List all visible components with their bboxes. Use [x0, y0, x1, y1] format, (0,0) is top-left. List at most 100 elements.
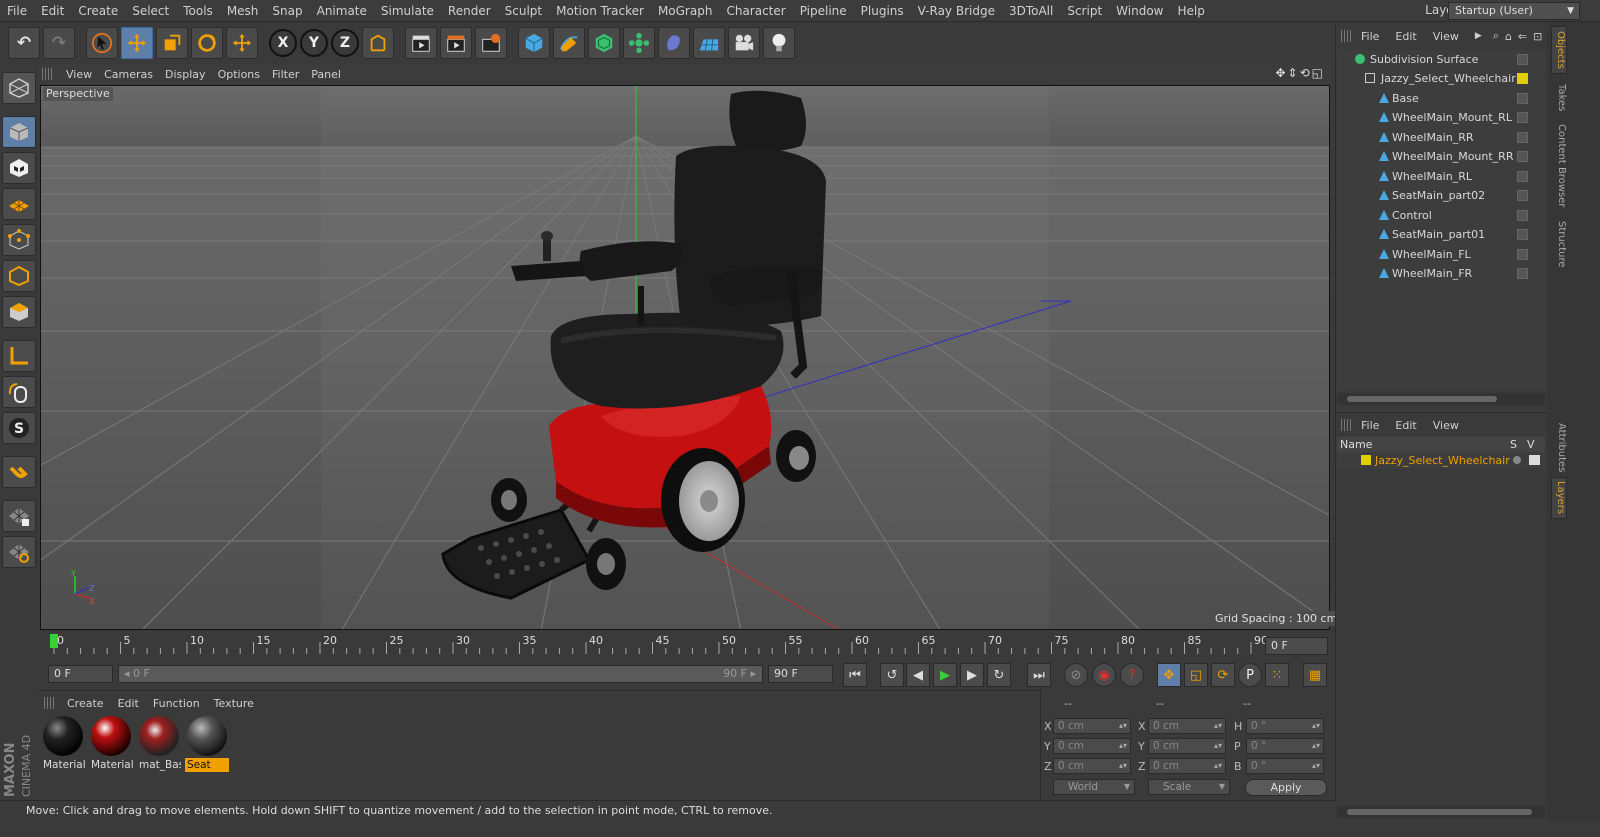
vp-menu-cameras[interactable]: Cameras [98, 68, 159, 81]
go-to-end-button[interactable]: ⏭ [1027, 663, 1051, 687]
tweak-mode-button[interactable] [2, 376, 36, 408]
menu-vray-bridge[interactable]: V-Ray Bridge [911, 0, 1002, 22]
back-icon[interactable]: ⇐ [1515, 30, 1530, 43]
model-mode-button[interactable] [2, 116, 36, 148]
menu-create[interactable]: Create [71, 0, 125, 22]
material-swatch[interactable]: Material [89, 714, 133, 772]
menu-mograph[interactable]: MoGraph [651, 0, 720, 22]
size-x-field[interactable]: 0 cm ▴▾ [1148, 718, 1226, 734]
eye-icon[interactable] [1529, 455, 1540, 465]
floor-button[interactable] [693, 27, 725, 59]
home-icon[interactable]: ⌂ [1502, 30, 1515, 43]
light-button[interactable] [763, 27, 795, 59]
object-row[interactable]: Jazzy_Select_Wheelchair [1337, 69, 1545, 88]
next-key-button[interactable]: ↻ [987, 663, 1011, 687]
tab-takes[interactable]: Takes [1551, 78, 1567, 118]
visibility-toggle[interactable] [1517, 54, 1528, 65]
layout-dropdown[interactable]: Startup (User) ▼ [1448, 2, 1580, 20]
solo-toggle[interactable] [1513, 456, 1521, 464]
position-y-field[interactable]: 0 cm ▴▾ [1053, 738, 1131, 754]
object-row[interactable]: WheelMain_FL [1337, 245, 1545, 264]
frame-range-slider[interactable]: ◂ 0 F 90 F ▸ [118, 665, 763, 683]
new-window-icon[interactable]: ⊡ [1530, 30, 1545, 43]
camera-button[interactable] [728, 27, 760, 59]
tab-objects[interactable]: Objects [1551, 26, 1567, 74]
render-picture-viewer-button[interactable] [440, 27, 472, 59]
menu-file[interactable]: File [0, 0, 34, 22]
spinner-icon[interactable]: ▴▾ [1312, 719, 1320, 733]
edges-mode-button[interactable] [2, 260, 36, 292]
end-frame-field[interactable]: 90 F [768, 665, 833, 683]
obj-menu-view[interactable]: View [1425, 30, 1467, 43]
rotation-h-field[interactable]: 0 ° ▴▾ [1246, 718, 1324, 734]
menu-pipeline[interactable]: Pipeline [793, 0, 854, 22]
mat-menu-function[interactable]: Function [146, 697, 207, 710]
spinner-icon[interactable]: ▴▾ [1214, 739, 1222, 753]
menu-tools[interactable]: Tools [176, 0, 220, 22]
menu-animate[interactable]: Animate [310, 0, 374, 22]
visibility-toggle[interactable] [1517, 229, 1528, 240]
spinner-icon[interactable]: ▴▾ [1119, 759, 1127, 773]
mat-menu-texture[interactable]: Texture [207, 697, 261, 710]
cloner-button[interactable] [623, 27, 655, 59]
menu-sculpt[interactable]: Sculpt [498, 0, 549, 22]
menu-motion-tracker[interactable]: Motion Tracker [549, 0, 651, 22]
menu-select[interactable]: Select [125, 0, 176, 22]
live-selection-button[interactable] [86, 27, 118, 59]
object-row[interactable]: WheelMain_Mount_RL [1337, 108, 1545, 127]
y-axis-lock-button[interactable]: Y [300, 29, 328, 57]
visibility-toggle[interactable] [1517, 210, 1528, 221]
chevron-right-icon[interactable]: ▶ [1467, 31, 1490, 41]
size-mode-dropdown[interactable]: Scale ▼ [1148, 779, 1230, 795]
vp-menu-options[interactable]: Options [212, 68, 266, 81]
autokey-button[interactable]: ◉ [1092, 663, 1116, 687]
go-to-start-button[interactable]: ⏮ [843, 663, 867, 687]
menu-character[interactable]: Character [719, 0, 792, 22]
key-scale-button[interactable]: ◱ [1184, 663, 1208, 687]
play-button[interactable]: ▶ [933, 663, 957, 687]
scrollbar-thumb[interactable] [1347, 809, 1532, 815]
menu-edit[interactable]: Edit [34, 0, 71, 22]
spinner-icon[interactable]: ▴▾ [1312, 759, 1320, 773]
layer-row[interactable]: Jazzy_Select_Wheelchair [1337, 452, 1545, 469]
size-y-field[interactable]: 0 cm ▴▾ [1148, 738, 1226, 754]
tab-structure[interactable]: Structure [1551, 214, 1567, 274]
render-settings-button[interactable] [475, 27, 507, 59]
spinner-icon[interactable]: ▴▾ [1119, 739, 1127, 753]
visibility-toggle[interactable] [1517, 190, 1528, 201]
snap-button[interactable]: S [2, 412, 36, 444]
layer-menu-file[interactable]: File [1353, 419, 1387, 432]
visibility-toggle[interactable] [1517, 151, 1528, 162]
scale-tool-button[interactable] [156, 27, 188, 59]
menu-render[interactable]: Render [441, 0, 498, 22]
visibility-toggle[interactable] [1517, 112, 1528, 123]
record-keys-button[interactable]: ⊘ [1064, 663, 1088, 687]
apply-button[interactable]: Apply [1245, 779, 1327, 796]
texture-mode-button[interactable] [2, 152, 36, 184]
previous-key-button[interactable]: ↺ [880, 663, 904, 687]
layer-color-tag[interactable] [1517, 73, 1528, 84]
object-row[interactable]: WheelMain_RR [1337, 128, 1545, 147]
object-row[interactable]: SeatMain_part02 [1337, 186, 1545, 205]
rotate-tool-button[interactable] [191, 27, 223, 59]
undo-button[interactable]: ↶ [8, 27, 40, 59]
layer-menu-view[interactable]: View [1425, 419, 1467, 432]
obj-menu-edit[interactable]: Edit [1387, 30, 1424, 43]
visibility-toggle[interactable] [1517, 93, 1528, 104]
mat-menu-edit[interactable]: Edit [111, 697, 146, 710]
object-row[interactable]: WheelMain_RL [1337, 167, 1545, 186]
visibility-toggle[interactable] [1517, 268, 1528, 279]
visibility-toggle[interactable] [1517, 171, 1528, 182]
timeline-button[interactable]: ▦ [1303, 663, 1327, 687]
timeline-ruler[interactable] [40, 630, 1332, 660]
position-x-field[interactable]: 0 cm ▴▾ [1053, 718, 1131, 734]
material-swatch-selected[interactable]: Seat [185, 714, 229, 772]
previous-frame-button[interactable]: ◀ [906, 663, 930, 687]
z-axis-lock-button[interactable]: Z [331, 29, 359, 57]
menu-mesh[interactable]: Mesh [220, 0, 266, 22]
x-axis-lock-button[interactable]: X [269, 29, 297, 57]
layer-color-swatch[interactable] [1361, 455, 1371, 465]
move-tool-button[interactable] [121, 27, 153, 59]
rotation-p-field[interactable]: 0 ° ▴▾ [1246, 738, 1324, 754]
object-row[interactable]: Control [1337, 206, 1545, 225]
